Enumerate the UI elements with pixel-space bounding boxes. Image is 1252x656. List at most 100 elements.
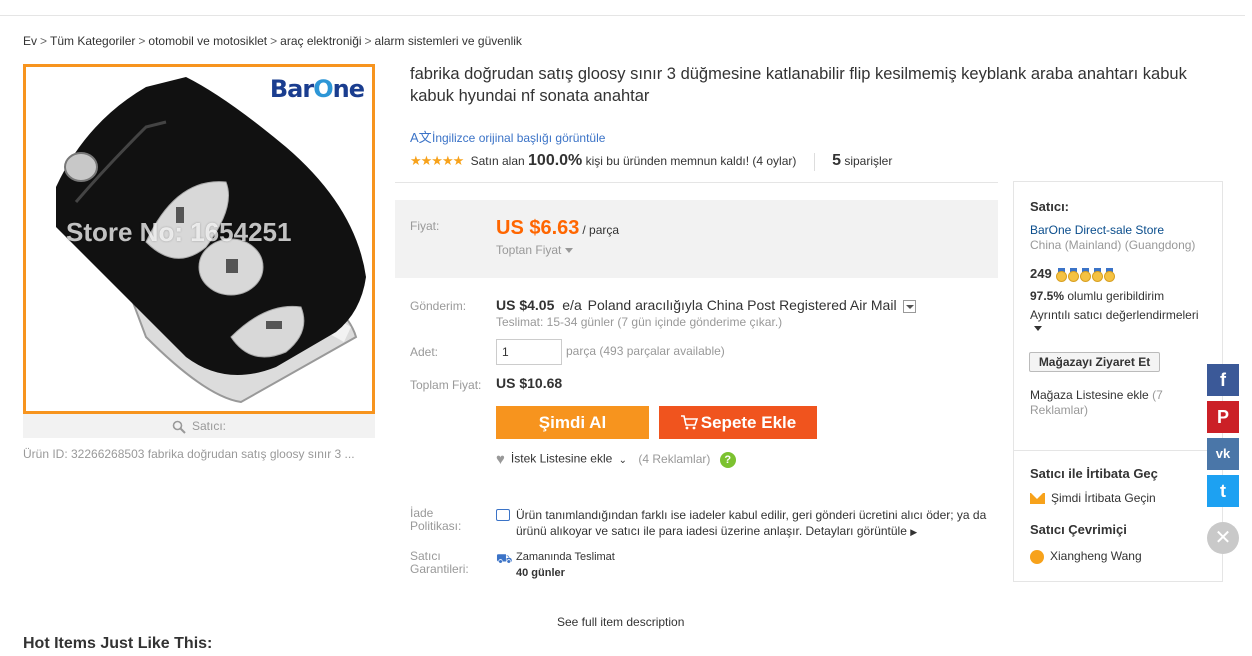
contact-now-link[interactable]: Şimdi İrtibata Geçin [1030,491,1156,505]
chevron-down-icon[interactable]: ⌄ [619,455,627,466]
shipping-method: Poland aracılığıyla China Post Registere… [587,297,897,313]
rating-prefix: Satın alan [470,154,525,168]
feedback-label: olumlu geribildirim [1067,289,1165,303]
guarantee-days: 40 günler [516,567,565,579]
facebook-share-icon[interactable]: f [1207,364,1239,396]
breadcrumb-home[interactable]: Ev [23,34,37,48]
wishlist-row: ♥ İstek Listesine ekle ⌄ (4 Reklamlar) ? [496,451,736,468]
chat-icon [1030,549,1044,564]
orders-label: siparişler [844,154,893,168]
seller-score-value: 249 [1030,266,1052,281]
pinterest-share-icon[interactable]: P [1207,401,1239,433]
translate-icon: A文 [410,130,432,145]
total-price: US $10.68 [496,375,563,391]
vk-share-icon[interactable]: vk [1207,438,1239,470]
contact-now-label: Şimdi İrtibata Geçin [1051,491,1156,505]
hot-items-heading: Hot Items Just Like This: [23,635,213,652]
feedback-percent: 97.5% [1030,289,1065,303]
top-divider [0,15,1245,16]
rating-percent: 100.0% [528,152,583,169]
seller-panel: Satıcı: BarOne Direct-sale Store China (… [1013,181,1223,582]
shipping-label: Gönderim: [410,299,467,313]
cart-icon [680,415,698,430]
product-image[interactable]: BarOne Store No: 1654251 [23,64,375,414]
total-label: Toplam Fiyat: [410,378,482,392]
seller-online-heading: Satıcı Çevrimiçi [1030,522,1127,537]
quantity-input[interactable] [496,339,562,365]
wholesale-price-toggle[interactable]: Toptan Fiyat [496,243,574,257]
seller-ratings-toggle[interactable]: Ayrıntılı satıcı değerlendirmeleri [1030,308,1215,331]
product-id: Ürün ID: 32266268503 fabrika doğrudan sa… [23,447,355,461]
return-details-link[interactable]: Detayları görüntüle [806,524,907,538]
orders-count: 5 [832,152,841,169]
shipping-info: US $4.05 e/a Poland aracılığıyla China P… [496,297,916,313]
full-description-link[interactable]: See full item description [557,615,684,629]
shipping-per: e/a [562,297,582,313]
quantity-available: (493 parçalar available) [599,344,725,358]
translate-link[interactable]: A文İngilizce orijinal başlığı görüntüle [410,127,605,146]
price-box: Fiyat: US $6.63/ parça Toptan Fiyat [395,200,998,278]
rating-divider [813,152,815,171]
rating-row: ★★★★★ Satın alan 100.0% kişi bu üründen … [410,152,892,171]
seller-divider [1014,450,1222,451]
store-watermark: Store No: 1654251 [66,217,292,247]
seller-ratings-label: Ayrıntılı satıcı değerlendirmeleri [1030,308,1199,322]
store-location: China (Mainland) (Guangdong) [1030,238,1196,252]
price-label: Fiyat: [410,219,440,233]
breadcrumb-vehicle-electronics[interactable]: araç elektroniği [280,34,361,48]
breadcrumb: Ev > Tüm Kategoriler > otomobil ve motosikle… [23,34,522,48]
breadcrumb-automotive[interactable]: otomobil ve motosiklet [148,34,267,48]
add-store-list-label: Mağaza Listesine ekle [1030,388,1149,402]
delivery-estimate: Teslimat: 15-34 günler (7 gün içinde gön… [496,315,783,329]
wishlist-link[interactable]: İstek Listesine ekle [511,452,612,466]
store-name-link[interactable]: BarOne Direct-sale Store [1030,223,1164,237]
wishlist-count: (4 Reklamlar) [638,451,711,466]
truck-icon: ⛟ [496,551,513,566]
translate-label: İngilizce orijinal başlığı görüntüle [432,131,606,145]
wholesale-label: Toptan Fiyat [496,243,562,257]
twitter-share-icon[interactable]: t [1207,475,1239,507]
image-caption-bar[interactable]: Satıcı: [23,414,375,438]
quantity-label: Adet: [410,345,439,359]
add-store-list[interactable]: Mağaza Listesine ekle (7 Reklamlar) [1030,388,1215,418]
image-caption-label: Satıcı: [191,419,226,433]
buy-now-button[interactable]: Şimdi Al [496,406,649,439]
shipping-cost: US $4.05 [496,297,555,313]
return-policy-label: İade Politikası: [410,506,462,533]
seller-guarantee-label: Satıcı Garantileri: [410,549,469,576]
breadcrumb-all-categories[interactable]: Tüm Kategoriler [50,34,135,48]
heart-icon[interactable]: ♥ [496,451,505,468]
seller-score: 249 [1030,266,1116,282]
quantity-note: parça (493 parçalar available) [566,344,725,358]
chevron-down-icon [565,248,574,254]
magnifier-icon [172,420,186,434]
guarantee-title: Zamanında Teslimat [516,551,615,563]
contact-seller-heading: Satıcı ile İrtibata Geç [1030,466,1158,481]
add-to-cart-button[interactable]: Sepete Ekle [659,406,817,439]
seller-feedback: 97.5% olumlu geribildirim [1030,289,1164,303]
seller-heading: Satıcı: [1030,199,1070,214]
rating-stars-icon: ★★★★★ [410,153,464,168]
medal-icon [1056,267,1068,282]
price: US $6.63/ parça [496,217,619,240]
breadcrumb-alarm-systems[interactable]: alarm sistemleri ve güvenlik [375,34,522,48]
title-divider [395,182,998,183]
add-to-cart-label: Sepete Ekle [700,413,797,432]
envelope-icon [1030,493,1045,505]
close-share-icon[interactable]: ✕ [1207,522,1239,554]
return-icon [496,509,510,521]
online-user-link[interactable]: Xiangheng Wang [1030,549,1142,564]
help-icon[interactable]: ? [719,451,736,468]
price-unit: / parça [582,223,620,237]
price-amount: US $6.63 [496,217,580,239]
return-policy-text: Ürün tanımlandığından farklı ise iadeler… [516,507,1000,540]
product-title: fabrika doğrudan satış gloosy sınır 3 dü… [410,65,1187,105]
medal-icon [1104,267,1116,282]
rating-suffix: kişi bu üründen memnun kaldı! (4 oylar) [585,154,797,168]
medal-icon [1080,267,1092,282]
medal-icon [1092,267,1104,282]
visit-store-button[interactable]: Mağazayı Ziyaret Et [1029,352,1160,372]
shipping-dropdown-icon[interactable] [902,299,916,313]
chevron-down-icon [1034,326,1042,331]
chevron-right-icon: ▶ [910,527,918,537]
